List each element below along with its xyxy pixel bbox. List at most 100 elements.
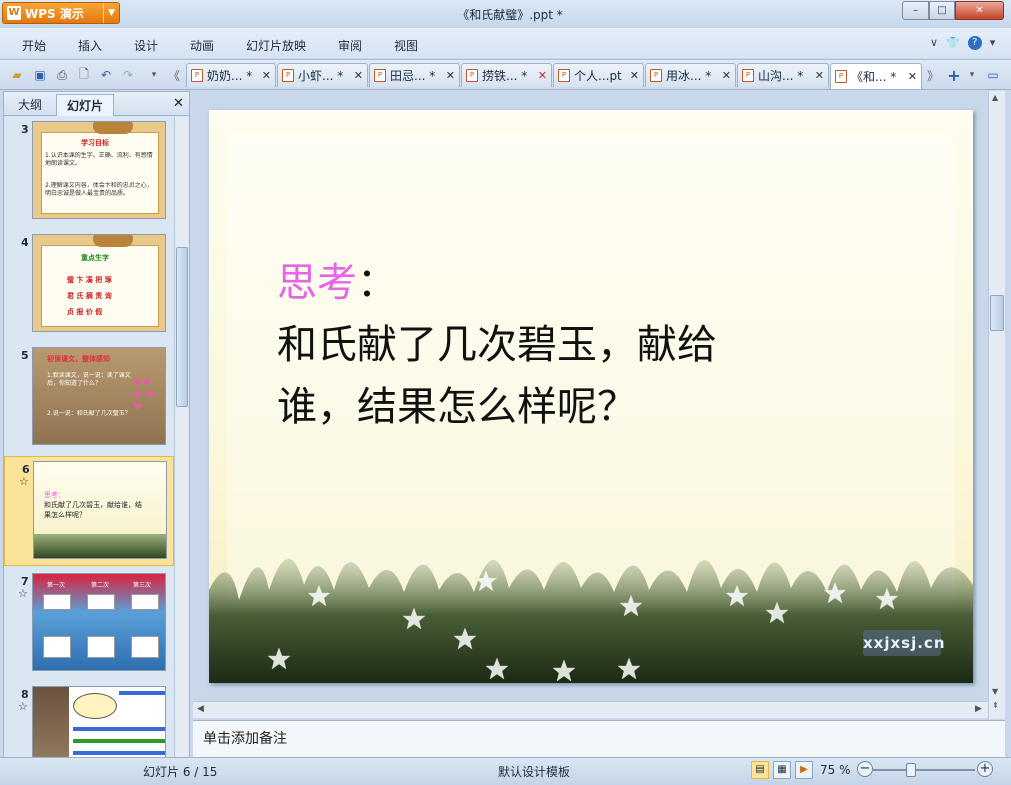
- tab-slides[interactable]: 幻灯片: [56, 94, 115, 116]
- maximize-button[interactable]: □: [929, 1, 955, 20]
- doc-tab-label: 用冰... *: [666, 69, 712, 83]
- menu-animation[interactable]: 动画: [190, 37, 214, 54]
- zoom-in-icon[interactable]: +: [977, 761, 993, 777]
- wps-app-menu-button[interactable]: W WPS 演示 ▼: [2, 2, 120, 24]
- menu-design[interactable]: 设计: [134, 37, 158, 54]
- menu-bar: 开始 插入 设计 动画 幻灯片放映 审阅 视图 ∨ 👕 ? ▾: [0, 28, 1011, 58]
- slide-textbox[interactable]: 思考： 和氏献了几次碧玉，献给 谁，结果怎么样呢？: [277, 252, 877, 438]
- thumb-text: 第三次: [133, 582, 152, 589]
- window-title: 《和氏献璧》.ppt *: [457, 8, 563, 22]
- close-tab-icon[interactable]: ✕: [908, 70, 917, 83]
- doc-tab[interactable]: P 奶奶... * ✕: [186, 63, 276, 87]
- doc-tab[interactable]: P 用冰... * ✕: [645, 63, 736, 87]
- ppt-file-icon: P: [282, 69, 294, 82]
- close-window-button[interactable]: ✕: [955, 1, 1004, 20]
- slideshow-view-icon[interactable]: ▶: [795, 761, 813, 779]
- slide-thumbnail-selected[interactable]: 6 ☆ 思考： 和氏献了几次碧玉，献给谁，结果怎么样呢？: [4, 456, 174, 566]
- tab-outline[interactable]: 大纲: [8, 94, 52, 116]
- zoom-slider-handle[interactable]: [906, 763, 916, 777]
- slide-heading-word: 思考: [277, 260, 357, 306]
- normal-view-icon[interactable]: ▤: [751, 761, 769, 779]
- undo-icon[interactable]: ↶: [98, 67, 114, 83]
- grass-background: [209, 558, 973, 683]
- ppt-file-icon: P: [374, 69, 386, 82]
- previous-slide-icon[interactable]: ⇞: [992, 701, 999, 710]
- menu-home[interactable]: 开始: [22, 37, 46, 54]
- scroll-down-icon[interactable]: ▼: [992, 687, 998, 696]
- doc-tab-active[interactable]: P 《和... * ✕: [830, 63, 922, 89]
- help-icon[interactable]: ?: [967, 36, 982, 50]
- slide-thumbnail[interactable]: 5 初读课文，整体感知 1.默读课文，说一说：读了课文后，你知道了什么？ 2.说…: [4, 343, 174, 453]
- print-preview-icon[interactable]: 🗋: [76, 67, 92, 83]
- slide-thumbnail-image: 思考： 和氏献了几次碧玉，献给谁，结果怎么样呢？: [33, 461, 167, 559]
- doc-tab[interactable]: P 小虾... * ✕: [277, 63, 368, 87]
- thumb-text: 2.理解课文内容，体会卞和的忠贞之心，明白忠诚是做人最宝贵的品质。: [45, 182, 153, 197]
- scroll-right-icon[interactable]: ▶: [975, 704, 982, 714]
- menu-slideshow[interactable]: 幻灯片放映: [246, 37, 306, 54]
- ppt-file-icon: P: [191, 69, 203, 82]
- open-folder-icon[interactable]: ▰: [9, 67, 25, 83]
- thumbnail-scrollbar[interactable]: [174, 117, 189, 757]
- window-layout-icon[interactable]: ▭: [985, 67, 1001, 83]
- doc-tab[interactable]: P 个人...pt ✕: [553, 63, 644, 87]
- new-tab-icon[interactable]: +: [946, 66, 962, 85]
- slide-heading-line: 思考：: [277, 252, 877, 314]
- doc-tab[interactable]: P 田忌... * ✕: [369, 63, 460, 87]
- slide-thumbnail[interactable]: 8 ☆: [4, 682, 174, 757]
- scroll-left-icon[interactable]: ◀: [197, 704, 204, 714]
- zoom-slider[interactable]: [873, 769, 975, 771]
- wps-logo-icon: W: [7, 6, 21, 20]
- notes-area[interactable]: 单击添加备注: [193, 720, 1005, 757]
- skin-shirt-icon[interactable]: 👕: [946, 36, 960, 50]
- close-tab-icon[interactable]: ✕: [630, 69, 639, 82]
- help-dropdown-icon[interactable]: ▾: [990, 36, 996, 50]
- slide-counter: 幻灯片 6 / 15: [143, 765, 218, 779]
- menu-view[interactable]: 视图: [394, 37, 418, 54]
- close-tab-icon[interactable]: ✕: [262, 69, 271, 82]
- customize-toolbar-icon[interactable]: ▾: [146, 67, 162, 83]
- minimize-button[interactable]: –: [902, 1, 929, 20]
- slide-sorter-view-icon[interactable]: ▦: [773, 761, 791, 779]
- close-tab-icon[interactable]: ✕: [538, 69, 547, 82]
- animation-star-icon: ☆: [18, 700, 28, 713]
- slide-body-line: 和氏献了几次碧玉，献给: [277, 322, 717, 368]
- save-icon[interactable]: ▣: [32, 67, 48, 83]
- redo-icon[interactable]: ↷: [120, 67, 136, 83]
- close-panel-icon[interactable]: ✕: [173, 96, 184, 111]
- close-tab-icon[interactable]: ✕: [722, 69, 731, 82]
- thumb-text: 璧 卞 凑 把 琢: [67, 276, 112, 284]
- collapse-ribbon-icon[interactable]: ∨: [930, 36, 938, 50]
- new-tab-dropdown-icon[interactable]: ▾: [964, 67, 980, 83]
- chevron-down-icon[interactable]: ▼: [103, 3, 119, 23]
- close-tab-icon[interactable]: ✕: [815, 69, 824, 82]
- close-tab-icon[interactable]: ✕: [446, 69, 455, 82]
- thumb-text: 1.认识本课的生字。正确、流利、有感情地朗读课文。: [45, 152, 153, 167]
- animation-star-icon: ☆: [18, 587, 28, 600]
- doc-tab-label: 《和... *: [851, 70, 897, 84]
- scrollbar-thumb[interactable]: [990, 295, 1004, 331]
- thumb-text: 君 氏 摘 责 询: [67, 292, 112, 300]
- tabs-scroll-right-icon[interactable]: 》: [925, 67, 941, 83]
- close-tab-icon[interactable]: ✕: [354, 69, 363, 82]
- slide-body-line: 谁，结果怎么样呢？: [277, 384, 637, 430]
- slide-thumbnail[interactable]: 7 ☆ 第一次 第二次 第三次: [4, 569, 174, 679]
- quick-toolbar-and-tabs: ▰ ▣ ⎙ 🗋 ↶ ↷ ▾ 《 P 奶奶... * ✕ P 小虾... * ✕ …: [0, 59, 1011, 90]
- ppt-file-icon: P: [742, 69, 754, 82]
- status-bar: 幻灯片 6 / 15 默认设计模板 ▤ ▦ ▶ 75 % − +: [0, 757, 1011, 785]
- current-slide[interactable]: 思考： 和氏献了几次碧玉，献给 谁，结果怎么样呢？ xxjxsj.cn: [209, 110, 973, 683]
- title-bar: W WPS 演示 ▼ 《和氏献璧》.ppt * – □ ✕: [0, 0, 1011, 28]
- print-icon[interactable]: ⎙: [54, 67, 70, 83]
- zoom-out-icon[interactable]: −: [857, 761, 873, 777]
- slide-horizontal-scrollbar[interactable]: ◀ ▶: [193, 701, 988, 718]
- slide-thumbnail[interactable]: 4 重点生字 璧 卞 凑 把 琢 君 氏 摘 责 询 贞 报 价 假: [4, 230, 174, 340]
- slide-thumbnail[interactable]: 3 学习目标 1.认识本课的生字。正确、流利、有感情地朗读课文。 2.理解课文内…: [4, 117, 174, 227]
- menu-insert[interactable]: 插入: [78, 37, 102, 54]
- menu-review[interactable]: 审阅: [338, 37, 362, 54]
- doc-tab[interactable]: P 捞铁... * ✕: [461, 63, 552, 87]
- scrollbar-thumb[interactable]: [176, 247, 188, 407]
- zoom-level[interactable]: 75 %: [820, 763, 851, 777]
- tabs-scroll-left-icon[interactable]: 《: [166, 67, 182, 83]
- doc-tab[interactable]: P 山沟... * ✕: [737, 63, 829, 87]
- scroll-up-icon[interactable]: ▲: [992, 93, 998, 102]
- slide-vertical-scrollbar[interactable]: ▲ ▼ ⇞: [988, 91, 1005, 719]
